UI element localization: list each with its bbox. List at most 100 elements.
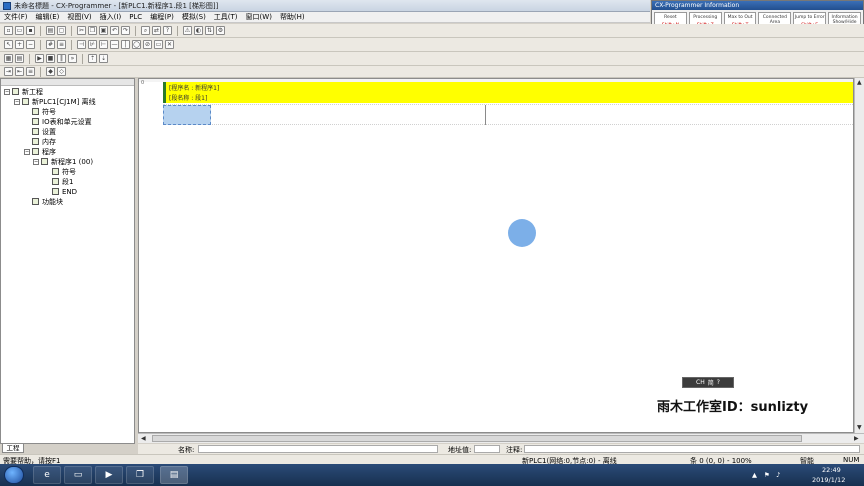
hline-icon[interactable]: — bbox=[110, 40, 119, 49]
replace-icon[interactable]: ⇄ bbox=[152, 26, 161, 35]
save-icon[interactable]: ▪ bbox=[26, 26, 35, 35]
tree-prog-symbols[interactable]: 符号 bbox=[52, 167, 76, 176]
coil-icon[interactable]: ◯ bbox=[132, 40, 141, 49]
run-icon[interactable]: ▶ bbox=[35, 54, 44, 63]
vertical-scrollbar[interactable]: ▲ ▼ bbox=[854, 78, 864, 433]
outdent-icon[interactable]: ⇤ bbox=[15, 67, 24, 76]
copy-icon[interactable]: ❐ bbox=[88, 26, 97, 35]
start-button[interactable] bbox=[4, 466, 24, 484]
warning-icon[interactable]: ⚠ bbox=[183, 26, 192, 35]
tab-project[interactable]: 工程 bbox=[2, 444, 24, 453]
preview-icon[interactable]: ▢ bbox=[57, 26, 66, 35]
comment-field[interactable] bbox=[524, 445, 860, 453]
transfer-icon[interactable]: ⇅ bbox=[205, 26, 214, 35]
selected-cell[interactable] bbox=[163, 105, 211, 125]
ime-help-icon[interactable]: ? bbox=[717, 379, 720, 386]
new-icon[interactable]: ▫ bbox=[4, 26, 13, 35]
tray-volume-icon[interactable]: ♪ bbox=[776, 471, 780, 479]
toolbar-edit: ⇥ ⇤ ≡ ◆ ◇ bbox=[0, 66, 864, 78]
cx-programmer-icon[interactable]: ▤ bbox=[160, 466, 188, 484]
contact-no-icon[interactable]: ⊣ bbox=[77, 40, 86, 49]
stop-icon[interactable]: ■ bbox=[46, 54, 55, 63]
menu-insert[interactable]: 插入(I) bbox=[96, 12, 126, 22]
online-icon[interactable]: ◐ bbox=[194, 26, 203, 35]
menu-program[interactable]: 编程(P) bbox=[146, 12, 178, 22]
find-icon[interactable]: ⌕ bbox=[141, 26, 150, 35]
undo-icon[interactable]: ↶ bbox=[110, 26, 119, 35]
grid-icon[interactable]: # bbox=[46, 40, 55, 49]
select-icon[interactable]: ↖ bbox=[4, 40, 13, 49]
tree-section1[interactable]: 段1 bbox=[52, 177, 73, 186]
tree-settings[interactable]: 设置 bbox=[32, 127, 56, 136]
tree-memory[interactable]: 内存 bbox=[32, 137, 56, 146]
name-field[interactable] bbox=[198, 445, 438, 453]
menu-help[interactable]: 帮助(H) bbox=[276, 12, 309, 22]
menu-plc[interactable]: PLC bbox=[125, 13, 146, 21]
scroll-down-icon[interactable]: ▼ bbox=[857, 424, 862, 431]
menu-window[interactable]: 窗口(W) bbox=[242, 12, 276, 22]
pause-icon[interactable]: ‖ bbox=[57, 54, 66, 63]
media-player-icon[interactable]: ▶ bbox=[95, 466, 123, 484]
vline-icon[interactable]: │ bbox=[121, 40, 130, 49]
coil-nc-icon[interactable]: ⊘ bbox=[143, 40, 152, 49]
print-icon[interactable]: ▤ bbox=[46, 26, 55, 35]
paste-icon[interactable]: ▣ bbox=[99, 26, 108, 35]
tree-function-blocks[interactable]: 功能块 bbox=[32, 197, 63, 206]
contact-or-icon[interactable]: ⊢ bbox=[99, 40, 108, 49]
comment-icon[interactable]: ≡ bbox=[57, 40, 66, 49]
force-off-icon[interactable]: ⇣ bbox=[99, 54, 108, 63]
indent-icon[interactable]: ⇥ bbox=[4, 67, 13, 76]
scroll-thumb[interactable] bbox=[152, 435, 802, 442]
tree-symbols[interactable]: 符号 bbox=[32, 107, 56, 116]
address-field[interactable] bbox=[474, 445, 500, 453]
tray-arrow-icon[interactable]: ▲ bbox=[752, 471, 757, 479]
collapse-icon[interactable]: − bbox=[4, 88, 10, 95]
horizontal-scrollbar[interactable]: ◀ ▶ bbox=[138, 433, 864, 443]
align-icon[interactable]: ≡ bbox=[26, 67, 35, 76]
help-icon[interactable]: ? bbox=[163, 26, 172, 35]
tree-io-table[interactable]: IO表和单元设置 bbox=[32, 117, 92, 126]
zoom-out-icon[interactable]: − bbox=[26, 40, 35, 49]
tree-root[interactable]: − 新工程 bbox=[4, 87, 43, 96]
zoom-in-icon[interactable]: + bbox=[15, 40, 24, 49]
collapse-icon[interactable]: − bbox=[14, 98, 20, 105]
ladder-editor[interactable]: 0 [程序名 : 新程序1] [段名称 : 段1] bbox=[138, 78, 854, 433]
step-icon[interactable]: » bbox=[68, 54, 77, 63]
delete-line-icon[interactable]: ✕ bbox=[165, 40, 174, 49]
ime-toolbar[interactable]: CH 简 ? bbox=[682, 377, 734, 388]
compile-icon[interactable]: ⚙ bbox=[216, 26, 225, 35]
rung-row[interactable] bbox=[163, 104, 853, 125]
menu-simulate[interactable]: 模拟(S) bbox=[178, 12, 210, 22]
clock-time[interactable]: 22:49 bbox=[822, 466, 841, 474]
next-bookmark-icon[interactable]: ◇ bbox=[57, 67, 66, 76]
window-icon[interactable]: ❐ bbox=[126, 466, 154, 484]
tree-programs[interactable]: − 程序 bbox=[24, 147, 56, 156]
clock-date[interactable]: 2019/1/12 bbox=[812, 476, 845, 484]
collapse-icon[interactable]: − bbox=[33, 158, 39, 165]
scroll-right-icon[interactable]: ▶ bbox=[854, 435, 859, 442]
explorer-icon[interactable]: ▭ bbox=[64, 466, 92, 484]
bookmark-icon[interactable]: ◆ bbox=[46, 67, 55, 76]
menu-edit[interactable]: 编辑(E) bbox=[32, 12, 64, 22]
force-on-icon[interactable]: ⇡ bbox=[88, 54, 97, 63]
contact-nc-icon[interactable]: ⊬ bbox=[88, 40, 97, 49]
watch-icon[interactable]: ▦ bbox=[4, 54, 13, 63]
monitor-icon[interactable]: ▤ bbox=[15, 54, 24, 63]
redo-icon[interactable]: ↷ bbox=[121, 26, 130, 35]
instruction-icon[interactable]: ▭ bbox=[154, 40, 163, 49]
collapse-icon[interactable]: − bbox=[24, 148, 30, 155]
menu-file[interactable]: 文件(F) bbox=[0, 12, 32, 22]
tray-flag-icon[interactable]: ⚑ bbox=[764, 471, 770, 479]
scroll-up-icon[interactable]: ▲ bbox=[857, 79, 862, 86]
menu-view[interactable]: 视图(V) bbox=[63, 12, 95, 22]
tree-end[interactable]: END bbox=[52, 187, 77, 196]
ime-language[interactable]: CH bbox=[696, 379, 705, 386]
tree-program1[interactable]: − 新程序1 (00) bbox=[33, 157, 93, 166]
menu-tools[interactable]: 工具(T) bbox=[210, 12, 242, 22]
cut-icon[interactable]: ✂ bbox=[77, 26, 86, 35]
scroll-left-icon[interactable]: ◀ bbox=[141, 435, 146, 442]
ie-icon[interactable]: e bbox=[33, 466, 61, 484]
open-icon[interactable]: ▭ bbox=[15, 26, 24, 35]
tree-plc[interactable]: − 新PLC1[CJ1M] 离线 bbox=[14, 97, 96, 106]
ime-mode[interactable]: 简 bbox=[708, 378, 714, 387]
